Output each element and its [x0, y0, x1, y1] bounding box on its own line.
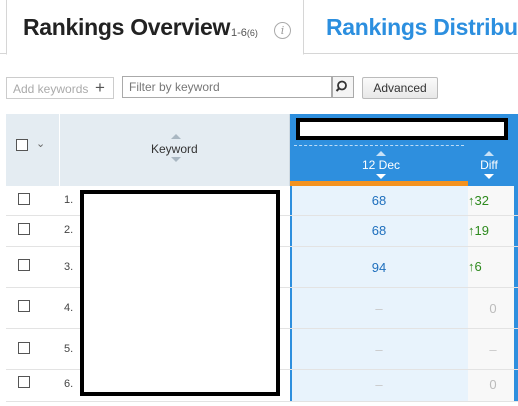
redacted-keywords [80, 190, 280, 396]
row-number: 2. [64, 224, 74, 236]
row-checkbox[interactable] [18, 259, 30, 271]
row-number: 6. [64, 378, 74, 390]
keyword-count: 1-6(6) [231, 27, 258, 39]
sort-down-icon [376, 174, 386, 179]
tab-rankings-overview-label: Rankings Overview [23, 14, 231, 40]
diff-value: – [489, 342, 497, 357]
row-checkbox[interactable] [18, 223, 30, 235]
sort-up-icon [484, 151, 494, 156]
info-icon[interactable]: i [274, 22, 291, 39]
search-button[interactable] [332, 76, 354, 98]
table-header: ⌄ Keyword [6, 114, 290, 186]
select-all-checkbox[interactable] [16, 139, 28, 151]
filter-keyword-input[interactable] [122, 76, 332, 98]
position-value: 94 [371, 260, 387, 275]
row-checkbox[interactable] [18, 300, 30, 312]
diff-value: ↑19 [468, 223, 489, 238]
row-number: 4. [64, 302, 74, 314]
tab-rankings-overview[interactable]: Rankings Overview 1-6(6) i [6, 0, 304, 55]
position-value: – [375, 301, 383, 316]
add-keywords-button[interactable]: Add keywords + [6, 77, 114, 99]
search-icon [335, 80, 347, 92]
row-checkbox[interactable] [18, 376, 30, 388]
keyword-column-header[interactable]: Keyword [151, 142, 198, 156]
date-column-header[interactable]: 12 Dec [350, 158, 412, 172]
position-value: – [375, 377, 383, 392]
advanced-button[interactable]: Advanced [362, 77, 438, 99]
redacted-domain [296, 118, 508, 140]
tab-rankings-distribution[interactable]: Rankings Distributi [326, 14, 518, 41]
row-checkbox[interactable] [18, 342, 30, 354]
row-checkbox[interactable] [18, 193, 30, 205]
position-value: 68 [371, 223, 387, 238]
diff-value: 0 [489, 301, 497, 316]
plus-icon: + [95, 78, 105, 97]
sort-down-icon [484, 174, 494, 179]
diff-value: ↑6 [468, 259, 482, 274]
sort-down-icon [171, 157, 181, 162]
chevron-down-icon[interactable]: ⌄ [36, 137, 45, 150]
position-value: – [375, 342, 383, 357]
diff-column-header[interactable]: Diff [476, 158, 502, 172]
position-value: 68 [371, 193, 387, 208]
add-keywords-placeholder: Add keywords [13, 82, 89, 96]
position-column-header: 12 Dec Diff [290, 114, 514, 186]
diff-value: 0 [489, 377, 497, 392]
sort-up-icon [171, 134, 181, 139]
row-number: 1. [64, 194, 74, 206]
header-divider [294, 145, 464, 146]
tab-bar: Rankings Overview 1-6(6) i Rankings Dist… [0, 0, 518, 55]
row-number: 3. [64, 261, 74, 273]
sort-up-icon [376, 151, 386, 156]
row-number: 5. [64, 343, 74, 355]
diff-value: ↑32 [468, 193, 489, 208]
select-all-cell: ⌄ [6, 114, 60, 186]
